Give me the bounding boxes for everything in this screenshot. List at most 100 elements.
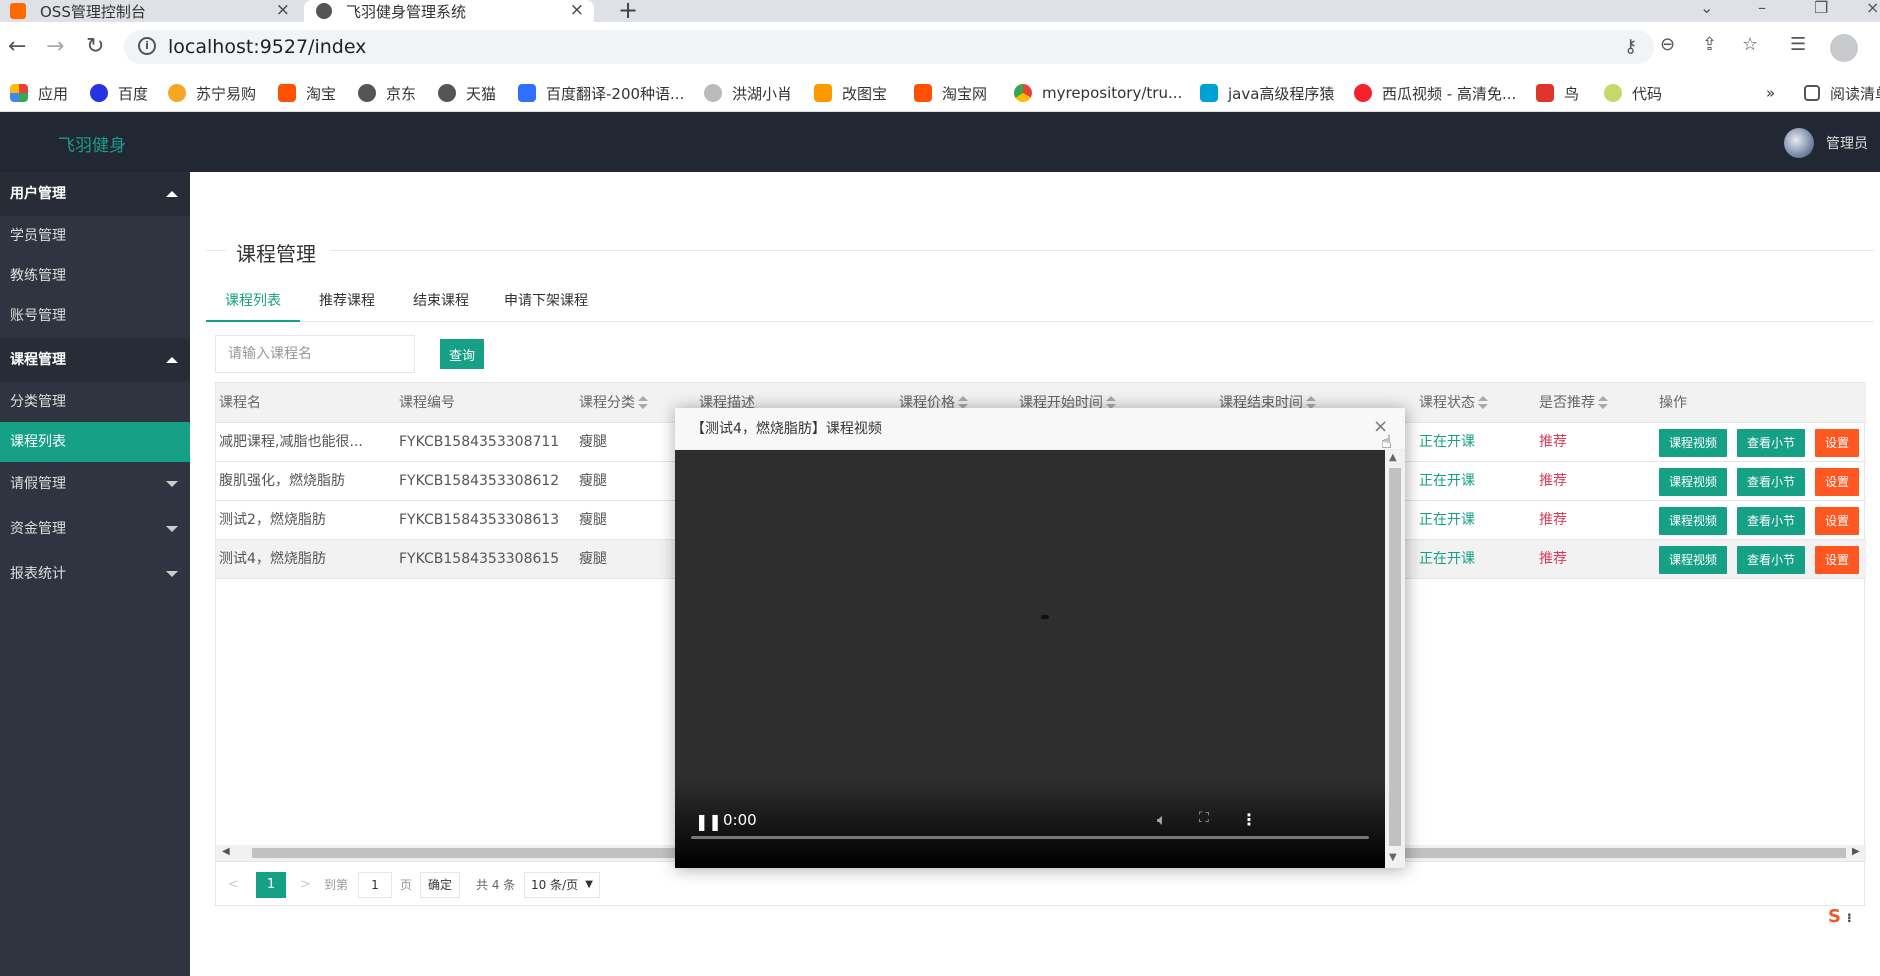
per-page-select[interactable]: 10 条/页 ▼ — [524, 872, 600, 898]
cell-category: 瘦腿 — [579, 434, 607, 450]
page-title: 课程管理 — [236, 242, 316, 266]
reading-mode-icon[interactable]: ☰ — [1790, 34, 1806, 55]
tab-delist-requests[interactable]: 申请下架课程 — [488, 284, 604, 322]
bookmark-item[interactable]: 洪湖小肖 — [704, 82, 792, 104]
header-status[interactable]: 课程状态 — [1419, 383, 1488, 423]
course-video-button[interactable]: 课程视频 — [1659, 546, 1727, 574]
bookmark-item[interactable]: 淘宝网 — [914, 82, 987, 104]
more-options-icon[interactable]: ⋮ — [1241, 810, 1257, 829]
sidebar-group-courses[interactable]: 课程管理 — [0, 338, 190, 382]
goto-confirm-button[interactable]: 确定 — [420, 872, 460, 898]
sidebar-group-leave[interactable]: 请假管理 — [0, 462, 190, 506]
bookmark-star-icon[interactable]: ☆ — [1742, 34, 1758, 55]
sidebar-group-reports[interactable]: 报表统计 — [0, 552, 190, 596]
forward-icon[interactable]: → — [46, 34, 64, 59]
app-logo[interactable]: 飞羽健身 — [58, 131, 126, 156]
bookmark-item[interactable]: 百度翻译-200种语... — [518, 82, 684, 104]
goto-page-input[interactable]: 1 — [358, 872, 392, 898]
url-field[interactable]: i localhost:9527/index ⚷ — [124, 30, 1654, 64]
sidebar-group-users[interactable]: 用户管理 — [0, 172, 190, 216]
sogou-ime-icon[interactable]: S ⁝ — [1822, 906, 1872, 930]
back-icon[interactable]: ← — [8, 34, 26, 59]
new-tab-icon[interactable]: + — [618, 0, 638, 24]
leaf-icon — [1604, 84, 1622, 102]
scroll-up-icon[interactable]: ▲ — [1389, 452, 1397, 463]
tab-search-icon[interactable]: ⌄ — [1700, 0, 1713, 17]
volume-icon[interactable]: 🔈︎ — [1157, 810, 1167, 830]
modal-vertical-scrollbar[interactable]: ▲ ▼ — [1385, 450, 1405, 868]
header-category[interactable]: 课程分类 — [579, 383, 648, 423]
sidebar-item-course-list[interactable]: 课程列表 — [0, 422, 190, 462]
sidebar-item-categories[interactable]: 分类管理 — [0, 382, 190, 422]
profile-avatar-icon[interactable] — [1830, 34, 1858, 62]
sidebar-item-accounts[interactable]: 账号管理 — [0, 296, 190, 336]
browser-tab-app[interactable]: 飞羽健身管理系统 × — [304, 0, 594, 22]
ime-menu-icon[interactable]: ⁝ — [1847, 911, 1852, 925]
view-sections-button[interactable]: 查看小节 — [1737, 468, 1805, 496]
bookmark-item[interactable]: 应用 — [10, 82, 68, 104]
video-time: 0:00 — [723, 811, 757, 829]
user-menu[interactable]: 管理员 — [1826, 133, 1868, 153]
scroll-down-icon[interactable]: ▼ — [1389, 852, 1397, 863]
tab-ended[interactable]: 结束课程 — [394, 284, 488, 322]
bilibili-icon — [1200, 84, 1218, 102]
bookmark-item[interactable]: 百度 — [90, 82, 148, 104]
scroll-left-icon[interactable]: ◀ — [222, 846, 230, 857]
settings-button[interactable]: 设置 — [1815, 507, 1859, 535]
user-avatar[interactable] — [1784, 128, 1814, 158]
share-icon[interactable]: ⇪ — [1702, 34, 1717, 55]
sidebar-group-label: 课程管理 — [10, 352, 66, 368]
search-button[interactable]: 查询 — [440, 339, 484, 369]
scroll-right-icon[interactable]: ▶ — [1852, 846, 1860, 857]
close-tab-icon[interactable]: × — [570, 0, 584, 20]
sidebar-item-students[interactable]: 学员管理 — [0, 216, 190, 256]
close-window-icon[interactable]: × — [1866, 0, 1879, 17]
bookmark-item[interactable]: 苏宁易购 — [168, 82, 256, 104]
cell-course-code: FYKCB1584353308613 — [399, 512, 560, 528]
sidebar-group-funds[interactable]: 资金管理 — [0, 507, 190, 551]
site-info-icon[interactable]: i — [138, 37, 156, 55]
browser-tab-oss[interactable]: OSS管理控制台 × — [10, 0, 300, 22]
reload-icon[interactable]: ↻ — [86, 34, 104, 59]
reading-list-button[interactable]: 阅读清单 — [1804, 82, 1880, 104]
course-search-input[interactable] — [215, 335, 415, 373]
video-player[interactable]: ❚❚ 0:00 🔈︎ ⛶ ⋮ — [675, 450, 1385, 868]
loading-spinner-icon — [1041, 615, 1049, 619]
zoom-icon[interactable]: ⊖ — [1660, 34, 1675, 55]
bookmark-item[interactable]: myrepository/tru... — [1014, 82, 1182, 104]
bookmark-item[interactable]: 西瓜视频 - 高清免... — [1354, 82, 1516, 104]
bookmarks-overflow-button[interactable]: » — [1766, 82, 1775, 104]
password-key-icon[interactable]: ⚷ — [1624, 36, 1637, 57]
settings-button[interactable]: 设置 — [1815, 429, 1859, 457]
settings-button[interactable]: 设置 — [1815, 546, 1859, 574]
next-page-button[interactable]: > — [300, 872, 311, 898]
current-page[interactable]: 1 — [256, 872, 286, 898]
close-tab-icon[interactable]: × — [276, 0, 290, 20]
header-recommend[interactable]: 是否推荐 — [1539, 383, 1608, 423]
course-video-button[interactable]: 课程视频 — [1659, 468, 1727, 496]
bookmark-item[interactable]: 代码 — [1604, 82, 1662, 104]
view-sections-button[interactable]: 查看小节 — [1737, 429, 1805, 457]
restore-icon[interactable]: ❐ — [1814, 0, 1828, 17]
settings-button[interactable]: 设置 — [1815, 468, 1859, 496]
fullscreen-icon[interactable]: ⛶ — [1199, 810, 1209, 826]
bookmark-item[interactable]: java高级程序猿 — [1200, 82, 1334, 104]
sidebar-item-coaches[interactable]: 教练管理 — [0, 256, 190, 296]
course-video-button[interactable]: 课程视频 — [1659, 429, 1727, 457]
scrollbar-thumb[interactable] — [1389, 468, 1401, 846]
view-sections-button[interactable]: 查看小节 — [1737, 546, 1805, 574]
bookmark-item[interactable]: 鸟 — [1536, 82, 1579, 104]
bookmark-item[interactable]: 淘宝 — [278, 82, 336, 104]
bookmark-item[interactable]: 天猫 — [438, 82, 496, 104]
course-video-button[interactable]: 课程视频 — [1659, 507, 1727, 535]
bookmark-item[interactable]: 改图宝 — [814, 82, 887, 104]
minimize-icon[interactable]: – — [1758, 0, 1766, 17]
tab-course-list[interactable]: 课程列表 — [206, 284, 300, 322]
video-progress-bar[interactable] — [691, 836, 1369, 839]
pause-icon[interactable]: ❚❚ — [695, 812, 722, 831]
cell-status: 正在开课 — [1419, 473, 1475, 489]
prev-page-button[interactable]: < — [228, 872, 239, 898]
view-sections-button[interactable]: 查看小节 — [1737, 507, 1805, 535]
tab-recommended[interactable]: 推荐课程 — [300, 284, 394, 322]
bookmark-item[interactable]: 京东 — [358, 82, 416, 104]
